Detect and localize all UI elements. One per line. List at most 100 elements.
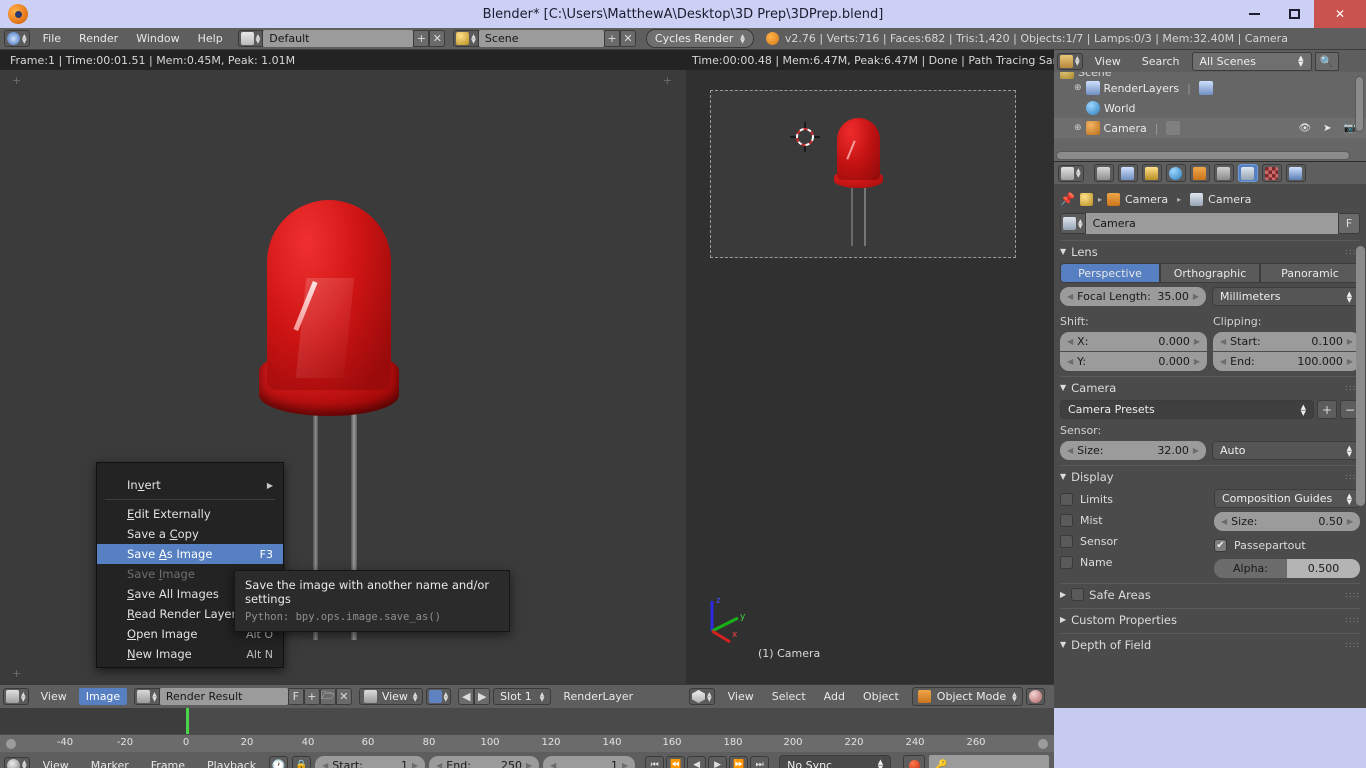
outliner-view-menu[interactable]: View	[1086, 55, 1130, 68]
expander-icon[interactable]: ⊕	[1074, 123, 1082, 133]
decrement-arrow-icon[interactable]: ◀	[436, 761, 442, 768]
keying-set-field[interactable]: 🔑	[929, 755, 1050, 768]
movie-camera-icon[interactable]: ▲ ▼	[1060, 213, 1086, 234]
vp-menu-object[interactable]: Object	[854, 690, 908, 703]
increment-arrow-icon[interactable]: ▶	[412, 761, 418, 768]
focal-length-field[interactable]: ◀ Focal Length: 35.00 ▶	[1060, 287, 1206, 306]
panel-header-display[interactable]: ▼ Display ::::	[1060, 465, 1360, 485]
shading-sphere-icon[interactable]	[1025, 688, 1045, 705]
orange-cube-icon[interactable]	[1106, 192, 1120, 206]
unlink-button[interactable]: ✕	[335, 688, 352, 705]
properties-editor-icon[interactable]: ▲ ▼	[1058, 164, 1084, 182]
prev-keyframe-icon[interactable]: ⏪	[666, 755, 686, 768]
outliner-display-mode[interactable]: All Scenes ▲ ▼	[1191, 51, 1312, 71]
lens-type-orthographic[interactable]: Orthographic	[1160, 263, 1260, 283]
timeline-menu-marker[interactable]: Marker	[82, 759, 138, 768]
preview-range-icon[interactable]: 🕐	[269, 755, 289, 768]
increment-arrow-icon[interactable]: ▶	[1347, 337, 1353, 346]
render-slot-selector[interactable]: Slot 1 ▲ ▼	[493, 688, 552, 705]
increment-arrow-icon[interactable]: ▶	[1194, 337, 1200, 346]
timeline-strip[interactable]	[0, 708, 1054, 734]
outliner-item-camera[interactable]: ⊕ Camera | 👁 ➤ 📷	[1054, 118, 1366, 138]
cursor-arrow-icon[interactable]: ➤	[1323, 123, 1331, 134]
end-frame-field[interactable]: ◀ End: 250 ▶	[429, 755, 540, 768]
panel-header-custom-properties[interactable]: ▶ Custom Properties ::::	[1060, 608, 1360, 628]
timeline-playhead[interactable]	[186, 708, 189, 734]
camera-presets-selector[interactable]: Camera Presets ▲ ▼	[1060, 400, 1314, 419]
image-view-menu[interactable]: View	[32, 690, 76, 703]
increment-arrow-icon[interactable]: ▶	[526, 761, 532, 768]
fake-user-button[interactable]: F	[1338, 213, 1360, 234]
lens-type-panoramic[interactable]: Panoramic	[1260, 263, 1360, 283]
outliner-item-world[interactable]: World	[1054, 98, 1366, 118]
panel-header-camera[interactable]: ▼ Camera ::::	[1060, 376, 1360, 396]
outliner-icon[interactable]: ▲ ▼	[1057, 52, 1083, 70]
sensor-size-field[interactable]: ◀ Size: 32.00 ▶	[1060, 441, 1206, 460]
mist-checkbox-row[interactable]: Mist	[1060, 510, 1206, 531]
increment-arrow-icon[interactable]: ▶	[1193, 292, 1199, 301]
image-menu[interactable]: Image	[78, 688, 128, 705]
decrement-arrow-icon[interactable]: ◀	[1067, 357, 1073, 366]
eye-icon[interactable]: 👁	[1298, 123, 1311, 134]
constraints-tab[interactable]	[1213, 164, 1234, 182]
panel-header-depth-of-field[interactable]: ▼ Depth of Field ::::	[1060, 633, 1360, 653]
decrement-arrow-icon[interactable]: ◀	[1221, 517, 1227, 526]
start-frame-field[interactable]: ◀ Start: 1 ▶	[315, 755, 426, 768]
outliner-h-scrollbar[interactable]	[1056, 151, 1350, 160]
expander-icon[interactable]: ⊕	[1074, 83, 1082, 93]
decrement-arrow-icon[interactable]: ◀	[1220, 337, 1226, 346]
jump-start-icon[interactable]: ⏮	[645, 755, 665, 768]
scene-field[interactable]: Scene	[478, 30, 604, 47]
jump-end-icon[interactable]: ⏭	[750, 755, 770, 768]
decrement-arrow-icon[interactable]: ◀	[1220, 357, 1226, 366]
open-file-icon[interactable]: 🗁	[319, 688, 336, 705]
menu-window[interactable]: Window	[127, 28, 188, 50]
passepartout-alpha-slider[interactable]: Alpha: 0.500	[1214, 559, 1360, 578]
add-scene-button[interactable]: +	[603, 30, 620, 47]
checkbox-icon[interactable]	[1060, 535, 1073, 548]
display-size-field[interactable]: ◀ Size: 0.50 ▶	[1214, 512, 1360, 531]
timeline-ruler[interactable]: -40 -20 0 20 40 60 80 100 120 140 160 18…	[0, 734, 1054, 752]
vp-menu-add[interactable]: Add	[815, 690, 854, 703]
menu-item-save-as-image[interactable]: Save As Image F3	[97, 544, 283, 564]
camera-name-input[interactable]: Camera	[1085, 213, 1338, 234]
menu-item-save-a-copy[interactable]: Save a Copy	[97, 524, 283, 544]
timeline-scroll-handle[interactable]	[1038, 739, 1048, 749]
checkbox-icon[interactable]: ✔	[1214, 539, 1227, 552]
menu-item-edit-externally[interactable]: Edit Externally	[97, 504, 283, 524]
3d-view-icon[interactable]: ▲ ▼	[689, 688, 715, 705]
delete-scene-button[interactable]: ✕	[619, 30, 636, 47]
play-icon[interactable]: ▶	[708, 755, 728, 768]
sync-mode-selector[interactable]: No Sync ▲ ▼	[779, 755, 892, 768]
menu-render[interactable]: Render	[70, 28, 127, 50]
image-view-mode-selector[interactable]: View ▲ ▼	[358, 688, 423, 705]
outliner-tree[interactable]: Scene ⊕ RenderLayers | World ⊕ Camera | …	[1054, 72, 1366, 161]
pivot-icon[interactable]: ▲ ▼	[425, 688, 452, 705]
screen-layout-field[interactable]: Default	[263, 30, 414, 47]
magnifier-icon[interactable]: 🔍	[1314, 51, 1339, 71]
prev-slot-button[interactable]: ◀	[458, 688, 475, 705]
shift-y-field[interactable]: ◀ Y: 0.000 ▶	[1060, 352, 1207, 371]
outliner-item-renderlayers[interactable]: ⊕ RenderLayers |	[1054, 78, 1366, 98]
sensor-fit-selector[interactable]: Auto ▲ ▼	[1212, 441, 1360, 460]
decrement-arrow-icon[interactable]: ◀	[1067, 292, 1073, 301]
add-preset-button[interactable]: +	[1317, 400, 1337, 419]
physics-tab[interactable]	[1285, 164, 1306, 182]
movie-camera-icon[interactable]	[1190, 192, 1204, 206]
breadcrumb-object[interactable]: Camera	[1125, 193, 1168, 206]
fake-user-button[interactable]: F	[287, 688, 304, 705]
vp-menu-select[interactable]: Select	[763, 690, 815, 703]
menu-item-invert[interactable]: Invert ▶	[97, 475, 283, 495]
image-editor-icon[interactable]: ▲ ▼	[3, 688, 29, 705]
viewport-canvas[interactable]: z y x (1) Camera	[686, 70, 1054, 684]
texture-tab[interactable]	[1261, 164, 1282, 182]
timeline-scroll-handle-left[interactable]	[6, 739, 16, 749]
editor-type-selector[interactable]: ▲ ▼	[4, 30, 30, 47]
screen-layout-icon[interactable]: ▲ ▼	[237, 30, 264, 47]
decrement-arrow-icon[interactable]: ◀	[1067, 337, 1073, 346]
increment-arrow-icon[interactable]: ▶	[1347, 517, 1353, 526]
decrement-arrow-icon[interactable]: ◀	[1067, 446, 1073, 455]
safe-areas-checkbox[interactable]	[1071, 588, 1085, 601]
scene-icon[interactable]	[1079, 192, 1093, 206]
object-tab[interactable]	[1189, 164, 1210, 182]
